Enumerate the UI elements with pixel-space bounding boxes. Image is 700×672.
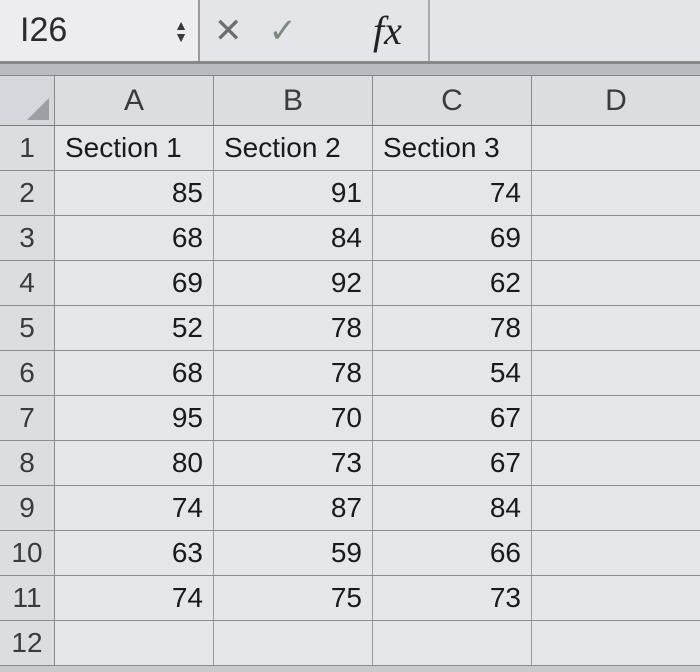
cell[interactable]: 63 xyxy=(55,531,214,575)
row-header[interactable]: 7 xyxy=(0,396,55,440)
stepper-down-icon[interactable]: ▼ xyxy=(174,32,188,42)
table-row: 1 Section 1 Section 2 Section 3 xyxy=(0,126,700,171)
cancel-icon[interactable]: ✕ xyxy=(214,11,243,51)
column-headers: A B C D xyxy=(0,76,700,126)
row-header[interactable]: 2 xyxy=(0,171,55,215)
row-header[interactable]: 5 xyxy=(0,306,55,350)
cell[interactable]: 68 xyxy=(55,351,214,395)
cell[interactable]: 91 xyxy=(214,171,373,215)
select-all-corner[interactable] xyxy=(0,76,55,125)
cell[interactable]: 74 xyxy=(373,171,532,215)
row-header[interactable]: 11 xyxy=(0,576,55,620)
cell[interactable]: 67 xyxy=(373,396,532,440)
cell[interactable] xyxy=(214,621,373,665)
cell[interactable]: 52 xyxy=(55,306,214,350)
cell[interactable]: 84 xyxy=(214,216,373,260)
cell[interactable]: Section 2 xyxy=(214,126,373,170)
table-row: 4 69 92 62 xyxy=(0,261,700,306)
row-header[interactable]: 8 xyxy=(0,441,55,485)
table-row: 7 95 70 67 xyxy=(0,396,700,441)
cell[interactable] xyxy=(532,306,700,350)
table-row: 5 52 78 78 xyxy=(0,306,700,351)
cell[interactable] xyxy=(532,351,700,395)
cell[interactable] xyxy=(532,216,700,260)
cell[interactable] xyxy=(532,126,700,170)
confirm-icon[interactable]: ✓ xyxy=(269,11,298,51)
table-row: 11 74 75 73 xyxy=(0,576,700,621)
table-row: 8 80 73 67 xyxy=(0,441,700,486)
cell[interactable]: 69 xyxy=(55,261,214,305)
cell[interactable] xyxy=(532,531,700,575)
formula-controls: ✕ ✓ fx xyxy=(200,7,416,54)
cell[interactable]: 54 xyxy=(373,351,532,395)
table-row: 6 68 78 54 xyxy=(0,351,700,396)
col-header-a[interactable]: A xyxy=(55,76,214,125)
name-box-stepper[interactable]: ▲ ▼ xyxy=(174,20,188,42)
cell[interactable]: 73 xyxy=(373,576,532,620)
row-header[interactable]: 4 xyxy=(0,261,55,305)
cell[interactable]: 78 xyxy=(373,306,532,350)
row-header[interactable]: 6 xyxy=(0,351,55,395)
formula-bar: I26 ▲ ▼ ✕ ✓ fx xyxy=(0,0,700,64)
table-row: 9 74 87 84 xyxy=(0,486,700,531)
formula-input[interactable] xyxy=(428,0,700,61)
cell[interactable] xyxy=(532,441,700,485)
name-box-value: I26 xyxy=(20,11,67,50)
table-row: 10 63 59 66 xyxy=(0,531,700,576)
cell[interactable] xyxy=(532,171,700,215)
cell[interactable]: 67 xyxy=(373,441,532,485)
cell[interactable] xyxy=(532,621,700,665)
cell[interactable]: 78 xyxy=(214,306,373,350)
cell[interactable]: 69 xyxy=(373,216,532,260)
cell[interactable]: 74 xyxy=(55,576,214,620)
cell[interactable] xyxy=(532,396,700,440)
cell[interactable]: 80 xyxy=(55,441,214,485)
row-header[interactable]: 3 xyxy=(0,216,55,260)
cell[interactable]: 68 xyxy=(55,216,214,260)
cell[interactable] xyxy=(373,621,532,665)
row-header[interactable]: 9 xyxy=(0,486,55,530)
cell[interactable]: 62 xyxy=(373,261,532,305)
cell[interactable]: Section 1 xyxy=(55,126,214,170)
table-row: 12 xyxy=(0,621,700,666)
name-box[interactable]: I26 ▲ ▼ xyxy=(0,0,200,61)
table-row: 3 68 84 69 xyxy=(0,216,700,261)
spreadsheet-grid: 1 Section 1 Section 2 Section 3 2 85 91 … xyxy=(0,126,700,666)
table-row: 2 85 91 74 xyxy=(0,171,700,216)
header-separator xyxy=(0,64,700,76)
stepper-up-icon[interactable]: ▲ xyxy=(174,20,188,30)
col-header-b[interactable]: B xyxy=(214,76,373,125)
cell[interactable]: 95 xyxy=(55,396,214,440)
cell[interactable] xyxy=(55,621,214,665)
row-header[interactable]: 12 xyxy=(0,621,55,665)
cell[interactable]: 84 xyxy=(373,486,532,530)
fx-label[interactable]: fx xyxy=(323,7,402,54)
cell[interactable]: 75 xyxy=(214,576,373,620)
cell[interactable] xyxy=(532,486,700,530)
cell[interactable] xyxy=(532,576,700,620)
cell[interactable]: 73 xyxy=(214,441,373,485)
cell[interactable]: Section 3 xyxy=(373,126,532,170)
cell[interactable]: 85 xyxy=(55,171,214,215)
cell[interactable]: 87 xyxy=(214,486,373,530)
cell[interactable]: 59 xyxy=(214,531,373,575)
cell[interactable]: 92 xyxy=(214,261,373,305)
col-header-c[interactable]: C xyxy=(373,76,532,125)
cell[interactable] xyxy=(532,261,700,305)
col-header-d[interactable]: D xyxy=(532,76,700,125)
row-header[interactable]: 1 xyxy=(0,126,55,170)
row-header[interactable]: 10 xyxy=(0,531,55,575)
cell[interactable]: 74 xyxy=(55,486,214,530)
cell[interactable]: 66 xyxy=(373,531,532,575)
cell[interactable]: 70 xyxy=(214,396,373,440)
cell[interactable]: 78 xyxy=(214,351,373,395)
